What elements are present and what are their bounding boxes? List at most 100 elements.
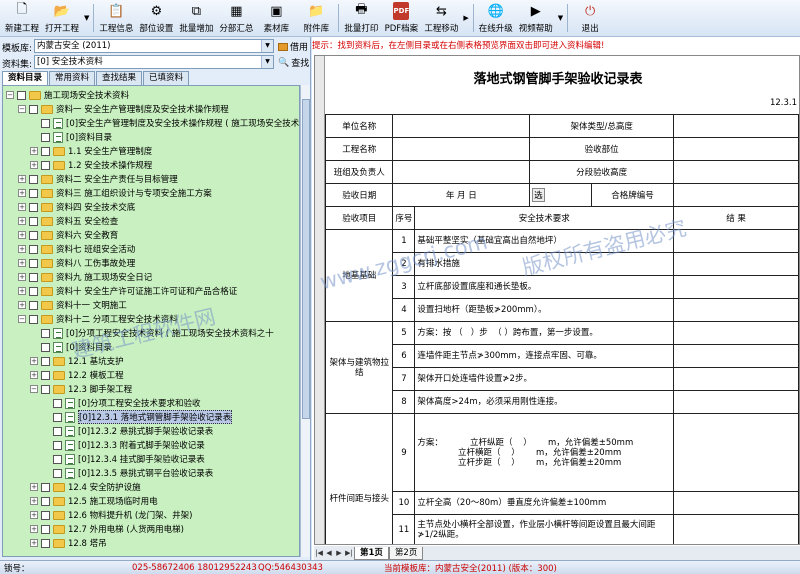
tree-checkbox[interactable]: [53, 454, 62, 464]
date-select-button[interactable]: 选: [532, 188, 545, 202]
tree-checkbox[interactable]: [29, 258, 38, 268]
tree-checkbox[interactable]: [53, 468, 62, 478]
collapse-icon[interactable]: −: [18, 105, 26, 113]
sheet-tab-1[interactable]: 第1页: [354, 546, 389, 560]
result-cell[interactable]: [673, 275, 799, 299]
tree-node[interactable]: [0]安全生产管理制度及安全技术操作规程 ( 施工现场安全技术: [30, 116, 299, 130]
position-settings-button[interactable]: ⚙ 部位设置: [136, 0, 176, 36]
expand-icon[interactable]: +: [18, 273, 26, 281]
tree-node[interactable]: +12.1 基坑支护: [30, 354, 124, 368]
result-cell[interactable]: [673, 252, 799, 276]
dataset-select[interactable]: [0] 安全技术资料 ▼: [34, 55, 274, 69]
expand-icon[interactable]: +: [30, 525, 38, 533]
expand-icon[interactable]: +: [18, 259, 26, 267]
team-leader-field[interactable]: [392, 160, 531, 184]
tree-checkbox[interactable]: [41, 538, 50, 548]
result-cell[interactable]: [673, 344, 799, 368]
tree-node[interactable]: +12.4 安全防护设施: [30, 480, 141, 494]
tree-checkbox[interactable]: [29, 174, 38, 184]
project-move-button[interactable]: ⇆ 工程移动: [421, 0, 461, 36]
plate-no-field[interactable]: [673, 183, 799, 207]
tree-node[interactable]: +12.8 塔吊: [30, 536, 107, 550]
tree-node[interactable]: − 资料十二 分项工程安全技术资料: [18, 312, 178, 326]
tree-checkbox[interactable]: [29, 244, 38, 254]
tree-node[interactable]: +12.6 物料提升机 (龙门架、井架): [30, 508, 192, 522]
expand-icon[interactable]: +: [30, 511, 38, 519]
tree-node[interactable]: + 资料八 工伤事故处理: [18, 256, 135, 270]
result-cell[interactable]: [673, 367, 799, 391]
chevron-down-icon[interactable]: ▼: [84, 14, 89, 22]
result-cell[interactable]: [673, 229, 799, 253]
new-project-button[interactable]: 🗋 新建工程: [2, 0, 42, 36]
result-cell[interactable]: [673, 514, 799, 544]
collapse-icon[interactable]: −: [18, 315, 26, 323]
chevron-down-icon[interactable]: ▼: [558, 14, 563, 22]
date-select-cell[interactable]: 选: [529, 183, 592, 207]
tree-checkbox[interactable]: [29, 188, 38, 198]
tree-checkbox[interactable]: [41, 118, 50, 128]
scaffold-type-field[interactable]: [673, 114, 799, 138]
tree-checkbox[interactable]: [53, 412, 62, 422]
tree-node[interactable]: + 资料四 安全技术交底: [18, 200, 135, 214]
tree-checkbox[interactable]: [29, 230, 38, 240]
tree-checkbox[interactable]: [29, 272, 38, 282]
batch-print-button[interactable]: 🖶 批量打印: [341, 0, 381, 36]
tree-scrollbar[interactable]: [300, 85, 310, 557]
tree-node[interactable]: + 资料七 班组安全活动: [18, 242, 135, 256]
expand-icon[interactable]: +: [18, 203, 26, 211]
tree-checkbox[interactable]: [29, 314, 38, 324]
tree-checkbox[interactable]: [41, 146, 50, 156]
expand-icon[interactable]: +: [18, 287, 26, 295]
accept-date-field[interactable]: 年 月 日: [392, 183, 531, 207]
material-library-button[interactable]: ▣ 素材库: [256, 0, 296, 36]
search-button[interactable]: 🔍 查找: [278, 56, 309, 70]
tree-checkbox[interactable]: [41, 384, 50, 394]
expand-icon[interactable]: +: [30, 161, 38, 169]
project-info-button[interactable]: 📋 工程信息: [96, 0, 136, 36]
tree-node[interactable]: − 资料一 安全生产管理制度及安全技术操作规程: [18, 102, 229, 116]
pdf-button[interactable]: PDF PDF档案: [381, 0, 421, 36]
expand-icon[interactable]: +: [18, 245, 26, 253]
tree-node[interactable]: +12.5 施工现场临时用电: [30, 494, 158, 508]
collapse-icon[interactable]: −: [30, 385, 38, 393]
tree-checkbox[interactable]: [29, 104, 38, 114]
document-preview[interactable]: 落地式钢管脚手架验收记录表 12.3.1 单位名称 架体类型/总高度 工程名称 …: [314, 55, 800, 545]
tree-checkbox[interactable]: [29, 300, 38, 310]
last-sheet-icon[interactable]: ▶|: [344, 549, 354, 557]
tree-node[interactable]: [0]12.3.2 悬挑式脚手架验收记录表: [42, 424, 213, 438]
tree-node[interactable]: [0]12.3.1 落地式钢管脚手架验收记录表: [42, 410, 233, 424]
open-folder-button[interactable]: 📂 打开工程: [42, 0, 82, 36]
tree-node[interactable]: + 资料六 安全教育: [18, 228, 118, 242]
tree-node[interactable]: [0]资料目录: [30, 130, 112, 144]
tree-checkbox[interactable]: [41, 482, 50, 492]
expand-icon[interactable]: +: [30, 497, 38, 505]
sheet-tab-2[interactable]: 第2页: [388, 546, 424, 560]
tree-node[interactable]: + 资料二 安全生产责任与目标管理: [18, 172, 178, 186]
first-sheet-icon[interactable]: |◀: [314, 549, 324, 557]
online-upgrade-button[interactable]: 🌐 在线升级: [476, 0, 516, 36]
borrow-button[interactable]: 借用: [278, 40, 308, 53]
tree-checkbox[interactable]: [41, 342, 50, 352]
tree-node[interactable]: +12.7 外用电梯 (人货两用电梯): [30, 522, 184, 536]
unit-name-field[interactable]: [392, 114, 531, 138]
tree-checkbox[interactable]: [53, 426, 62, 436]
segment-height-field[interactable]: [673, 160, 799, 184]
tree-checkbox[interactable]: [41, 132, 50, 142]
summary-button[interactable]: ▦ 分部汇总: [216, 0, 256, 36]
tree-checkbox[interactable]: [41, 160, 50, 170]
tree-node[interactable]: − 施工现场安全技术资料: [6, 88, 129, 102]
result-cell[interactable]: [673, 321, 799, 345]
expand-icon[interactable]: +: [30, 483, 38, 491]
tree-node[interactable]: + 资料十 安全生产许可证施工许可证和产品合格证: [18, 284, 237, 298]
expand-icon[interactable]: +: [18, 301, 26, 309]
tree-checkbox[interactable]: [41, 356, 50, 366]
result-cell[interactable]: [673, 390, 799, 414]
attachment-library-button[interactable]: 📁 附件库: [296, 0, 336, 36]
tree-node[interactable]: + 资料九 施工现场安全日记: [18, 270, 152, 284]
collapse-icon[interactable]: −: [6, 91, 14, 99]
tree-node[interactable]: [0]12.3.5 悬挑式钢平台验收记录表: [42, 466, 213, 480]
expand-icon[interactable]: +: [18, 189, 26, 197]
expand-icon[interactable]: +: [30, 147, 38, 155]
tab-catalog[interactable]: 资料目录: [2, 71, 49, 85]
prev-sheet-icon[interactable]: ◀: [324, 549, 334, 557]
